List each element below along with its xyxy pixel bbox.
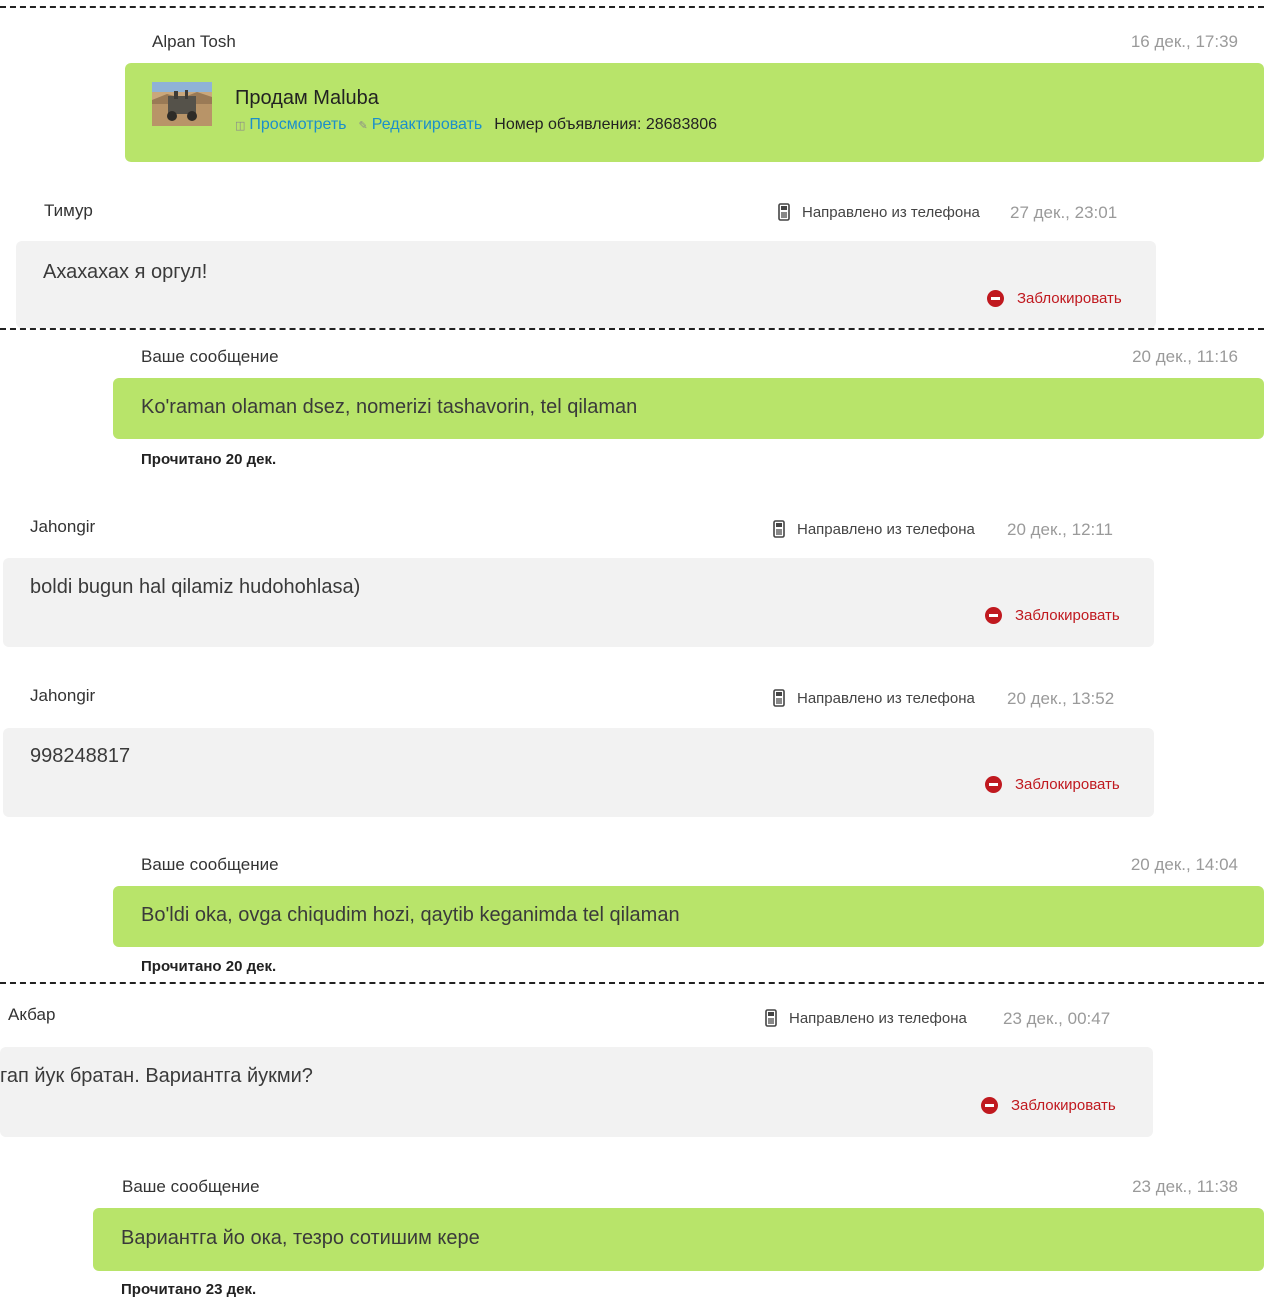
message-time: 20 дек., 12:11 (1007, 520, 1113, 539)
separator-line (0, 328, 1264, 330)
message-text: boldi bugun hal qilamiz hudohohlasa) (30, 576, 361, 598)
read-receipt: Прочитано 20 дек. (141, 451, 277, 468)
phone-source: Направлено из телефона (773, 689, 975, 707)
message-author: Ваше сообщение (122, 1177, 260, 1196)
phone-source: Направлено из телефона (778, 203, 980, 221)
message-bubble: 998248817 Заблокировать (3, 728, 1154, 817)
view-ad-link[interactable]: ◫ Просмотреть (235, 116, 347, 134)
message-bubble: boldi bugun hal qilamiz hudohohlasa) Заб… (3, 558, 1154, 647)
message-text: Ko'raman olaman dsez, nomerizi tashavori… (141, 396, 638, 418)
ad-title[interactable]: Продам Maluba (235, 87, 379, 110)
message-text: Вариантга йо ока, тезро сотишим кере (121, 1227, 480, 1249)
message-author: Ваше сообщение (141, 347, 279, 366)
ad-links: ◫ Просмотреть ✎ Редактировать Номер объя… (235, 116, 717, 134)
block-button[interactable]: Заблокировать (985, 607, 1120, 624)
phone-source: Направлено из телефона (773, 520, 975, 538)
mobile-phone-icon (773, 689, 785, 707)
message-author: Акбар (8, 1005, 56, 1024)
message-time: 23 дек., 11:38 (1132, 1177, 1238, 1196)
ad-number: Номер объявления: 28683806 (494, 116, 718, 133)
ad-thumbnail[interactable] (152, 82, 212, 126)
separator-line (0, 6, 1264, 8)
message-bubble: гап йук братан. Вариантга йукми? Заблоки… (0, 1047, 1153, 1137)
message-time: 20 дек., 13:52 (1007, 689, 1115, 708)
read-receipt: Прочитано 23 дек. (121, 1281, 257, 1298)
message-author: Тимур (44, 201, 93, 220)
block-icon (985, 776, 1002, 793)
message-author: Jahongir (30, 517, 96, 536)
mobile-phone-icon (778, 203, 790, 221)
message-time: 23 дек., 00:47 (1003, 1009, 1111, 1028)
message-bubble: Ахахахах я оргул! Заблокировать (16, 241, 1156, 328)
block-label: Заблокировать (1011, 1097, 1116, 1114)
block-button[interactable]: Заблокировать (987, 290, 1122, 307)
message-author: Jahongir (30, 686, 96, 705)
edit-ad-label: Редактировать (371, 116, 483, 133)
mobile-phone-icon (765, 1009, 777, 1027)
phone-source: Направлено из телефона (765, 1009, 967, 1027)
phone-source-label: Направлено из телефона (789, 1009, 967, 1027)
separator-line (0, 982, 1264, 984)
block-label: Заблокировать (1015, 607, 1120, 624)
message-time: 20 дек., 14:04 (1130, 855, 1238, 874)
message-bubble: Вариантга йо ока, тезро сотишим кере (93, 1208, 1264, 1271)
block-icon (981, 1097, 998, 1114)
message-bubble: Bo'ldi oka, ovga chiqudim hozi, qaytib k… (113, 886, 1264, 947)
message-time: 27 дек., 23:01 (1010, 203, 1118, 222)
read-receipt: Прочитано 20 дек. (141, 958, 277, 975)
message-author: Ваше сообщение (141, 855, 279, 874)
phone-source-label: Направлено из телефона (802, 203, 980, 221)
message-time: 20 дек., 11:16 (1132, 347, 1238, 366)
message-text: 998248817 (30, 745, 131, 767)
phone-source-label: Направлено из телефона (797, 520, 975, 538)
message-text: Ахахахах я оргул! (43, 261, 208, 283)
external-link-icon: ◫ (235, 119, 246, 132)
phone-source-label: Направлено из телефона (797, 689, 975, 707)
block-button[interactable]: Заблокировать (985, 776, 1120, 793)
view-ad-label: Просмотреть (249, 116, 347, 133)
mobile-phone-icon (773, 520, 785, 538)
pencil-icon: ✎ (358, 119, 368, 132)
message-time: 16 дек., 17:39 (1130, 32, 1238, 51)
block-icon (985, 607, 1002, 624)
message-author: Alpan Tosh (152, 32, 236, 51)
block-icon (987, 290, 1004, 307)
block-label: Заблокировать (1017, 290, 1122, 307)
message-bubble: Ko'raman olaman dsez, nomerizi tashavori… (113, 378, 1264, 439)
block-button[interactable]: Заблокировать (981, 1097, 1116, 1114)
message-text: гап йук братан. Вариантга йукми? (0, 1065, 313, 1087)
block-label: Заблокировать (1015, 776, 1120, 793)
ad-card: Продам Maluba ◫ Просмотреть ✎ Редактиров… (125, 63, 1264, 162)
message-text: Bo'ldi oka, ovga chiqudim hozi, qaytib k… (141, 904, 680, 926)
edit-ad-link[interactable]: ✎ Редактировать (359, 116, 483, 134)
